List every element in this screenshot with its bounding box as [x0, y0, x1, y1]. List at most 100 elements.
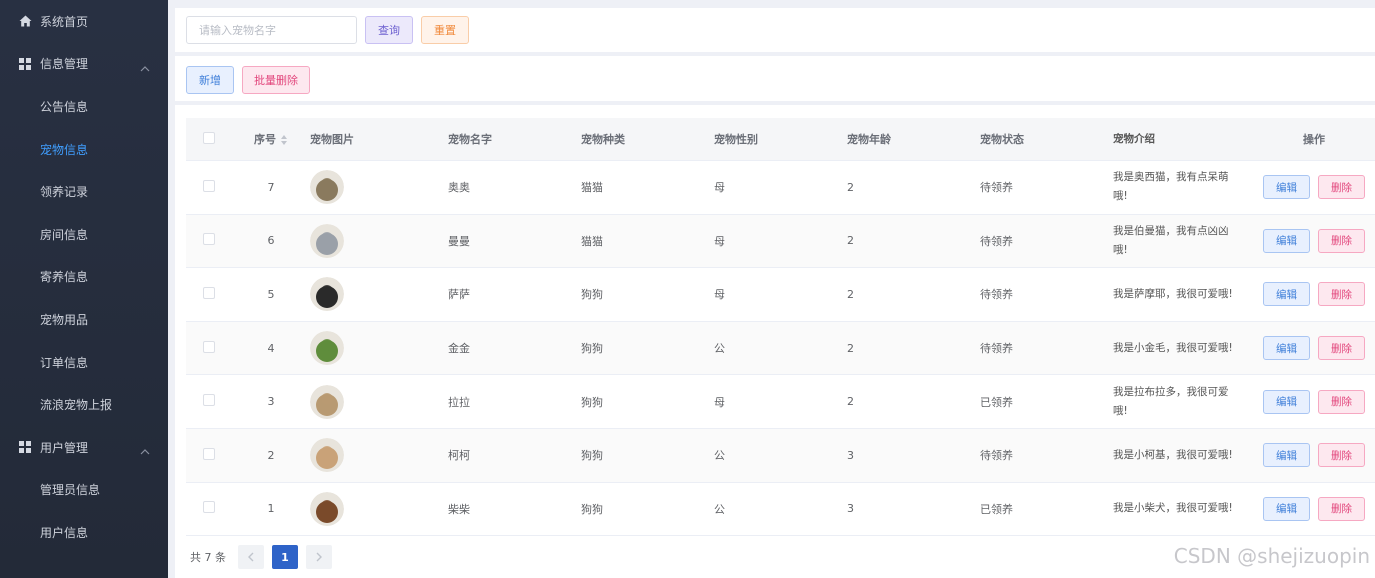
action-panel: 新增 批量删除 [175, 56, 1375, 101]
row-checkbox[interactable] [203, 179, 215, 192]
cell-status: 已领养 [980, 502, 1013, 516]
cell-sex: 公 [714, 342, 725, 356]
row-checkbox[interactable] [203, 340, 215, 353]
prev-page-button[interactable] [238, 545, 264, 569]
cell-name: 奥奥 [448, 181, 470, 195]
cell-age: 2 [847, 395, 854, 409]
edit-button[interactable]: 编辑 [1263, 228, 1310, 253]
pet-avatar[interactable] [310, 223, 344, 258]
cell-img [310, 331, 448, 366]
sidebar-item-label: 宠物用品 [40, 312, 89, 327]
delete-button[interactable]: 删除 [1318, 175, 1365, 200]
reset-button[interactable]: 重置 [421, 16, 469, 44]
cell-name: 拉拉 [448, 395, 470, 409]
sidebar-item-7[interactable]: 宠物用品 [0, 298, 168, 341]
cell-ops: 编辑 删除 [1243, 336, 1375, 361]
delete-button[interactable]: 删除 [1318, 228, 1365, 253]
sidebar: 系统首页 信息管理公告信息宠物信息 领养记录 房间信息 寄养信息宠物用品订单信息流浪宠物… [0, 0, 168, 578]
table-row: 2 柯柯 狗狗 公 3 待领养 我是小柯基，我很可爱哦! 编辑 删除 [186, 428, 1375, 483]
table-row: 7 奥奥 猫猫 母 2 待领养 我是奥西猫，我有点呆萌哦! 编辑 删除 [186, 161, 1375, 215]
sidebar-item-label: 公告信息 [40, 99, 89, 114]
sidebar-item-12[interactable]: 用户信息 [0, 511, 168, 554]
cell-status: 已领养 [980, 395, 1013, 409]
cell-kind: 猫猫 [581, 181, 603, 195]
cell-ops: 编辑 删除 [1243, 496, 1375, 521]
pet-avatar[interactable] [310, 438, 344, 473]
cell-kind: 狗狗 [581, 395, 603, 409]
row-checkbox[interactable] [203, 286, 215, 299]
next-page-button[interactable] [306, 545, 332, 569]
edit-button[interactable]: 编辑 [1263, 389, 1310, 414]
delete-button[interactable]: 删除 [1318, 496, 1365, 521]
header-select-all[interactable] [186, 131, 232, 147]
pet-avatar[interactable] [310, 170, 344, 205]
sidebar-item-0[interactable]: 系统首页 [0, 0, 168, 43]
cell-kind: 狗狗 [581, 288, 603, 302]
page-number-button[interactable]: 1 [272, 545, 298, 569]
sidebar-item-10[interactable]: 用户管理 [0, 426, 168, 469]
cell-age: 2 [847, 341, 854, 355]
cell-sex: 公 [714, 449, 725, 463]
pet-name-search-input[interactable] [186, 16, 357, 44]
sort-icon[interactable] [280, 134, 288, 146]
cell-status: 待领养 [980, 449, 1013, 463]
sidebar-item-5[interactable]: 房间信息 [0, 213, 168, 256]
sidebar-item-11[interactable]: 管理员信息 [0, 469, 168, 512]
batch-delete-button[interactable]: 批量删除 [242, 66, 310, 94]
row-select[interactable] [186, 447, 232, 463]
row-select[interactable] [186, 501, 232, 516]
sidebar-item-label: 订单信息 [40, 355, 89, 370]
cell-sex: 母 [714, 181, 725, 195]
pet-avatar[interactable] [310, 384, 344, 419]
cell-intro: 我是萨摩耶，我很可爱哦! [1113, 287, 1233, 300]
cell-name: 柯柯 [448, 449, 470, 463]
cell-intro: 我是拉布拉多，我很可爱哦! [1113, 385, 1229, 417]
sidebar-item-9[interactable]: 流浪宠物上报 [0, 383, 168, 426]
table-row: 3 拉拉 狗狗 母 2 已领养 我是拉布拉多，我很可爱哦! 编辑 删除 [186, 375, 1375, 429]
edit-button[interactable]: 编辑 [1263, 336, 1310, 361]
watermark: CSDN @shejizuopin [1173, 544, 1370, 568]
delete-button[interactable]: 删除 [1318, 336, 1365, 361]
row-select[interactable] [186, 233, 232, 248]
row-select[interactable] [186, 394, 232, 409]
query-button[interactable]: 查询 [365, 16, 413, 44]
chevron-up-icon [140, 444, 150, 455]
row-select[interactable] [186, 286, 232, 302]
delete-button[interactable]: 删除 [1318, 389, 1365, 414]
delete-button[interactable]: 删除 [1318, 443, 1365, 468]
header-no[interactable]: 序号 [232, 131, 310, 147]
cell-sex: 公 [714, 502, 725, 516]
pet-avatar[interactable] [310, 331, 344, 366]
edit-button[interactable]: 编辑 [1263, 175, 1310, 200]
sidebar-item-8[interactable]: 订单信息 [0, 341, 168, 384]
header-status: 宠物状态 [980, 133, 1024, 146]
sidebar-item-label: 管理员信息 [40, 483, 101, 498]
sidebar-item-6[interactable]: 寄养信息 [0, 256, 168, 299]
sidebar-item-4[interactable]: 领养记录 [0, 170, 168, 213]
sidebar-item-2[interactable]: 公告信息 [0, 85, 168, 128]
table-row: 4 金金 狗狗 公 2 待领养 我是小金毛，我很可爱哦! 编辑 删除 [186, 321, 1375, 376]
pet-avatar[interactable] [310, 277, 344, 312]
row-checkbox[interactable] [203, 447, 215, 460]
row-checkbox[interactable] [203, 233, 215, 246]
chevron-left-icon [248, 552, 254, 562]
row-checkbox[interactable] [203, 501, 215, 514]
sidebar-item-1[interactable]: 信息管理 [0, 43, 168, 86]
row-select[interactable] [186, 179, 232, 195]
edit-button[interactable]: 编辑 [1263, 443, 1310, 468]
select-all-checkbox[interactable] [203, 131, 215, 144]
add-button[interactable]: 新增 [186, 66, 234, 94]
cell-status: 待领养 [980, 234, 1013, 248]
row-select[interactable] [186, 340, 232, 356]
edit-button[interactable]: 编辑 [1263, 496, 1310, 521]
delete-button[interactable]: 删除 [1318, 282, 1365, 307]
sidebar-item-3[interactable]: 宠物信息 [0, 128, 168, 171]
cell-no: 3 [267, 395, 275, 409]
cell-age: 3 [847, 502, 854, 516]
cell-no: 6 [267, 234, 275, 248]
edit-button[interactable]: 编辑 [1263, 282, 1310, 307]
pet-avatar[interactable] [310, 491, 344, 526]
row-checkbox[interactable] [203, 394, 215, 407]
cell-no: 4 [267, 341, 275, 355]
cell-intro: 我是奥西猫，我有点呆萌哦! [1113, 171, 1229, 203]
